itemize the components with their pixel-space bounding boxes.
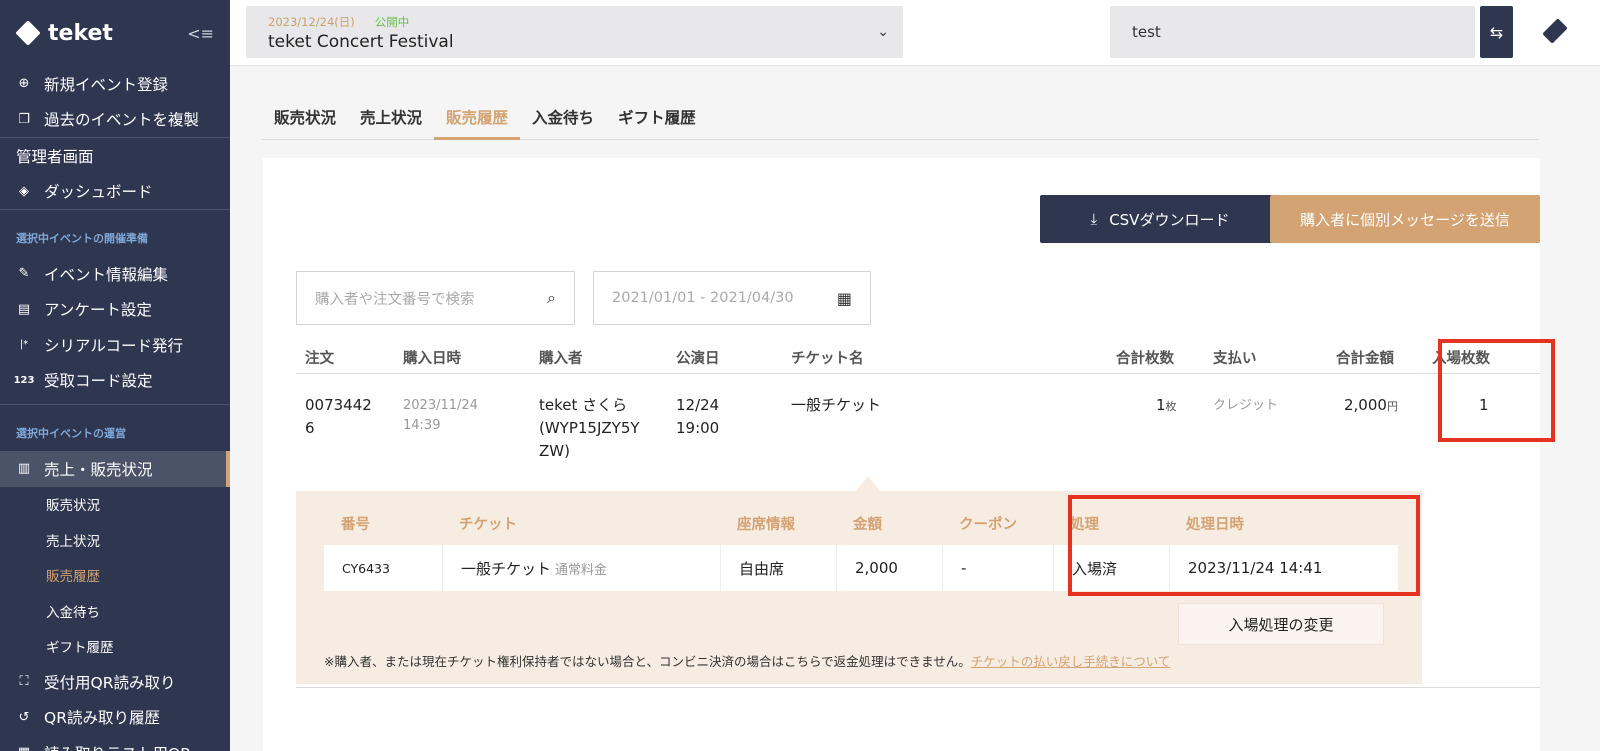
search-icon[interactable]: ⌕	[547, 288, 556, 308]
sidebar-subitem-gift-history[interactable]: ギフト履歴	[0, 629, 230, 665]
highlight-process-status	[1068, 495, 1420, 596]
calendar-icon[interactable]: ▦	[837, 289, 852, 308]
col-buyer: 購入者	[539, 351, 583, 367]
sidebar-subitem-sales-history[interactable]: 販売履歴	[0, 558, 230, 594]
ticket-price: 2,000	[836, 545, 942, 591]
ticket-icon[interactable]	[1542, 18, 1570, 46]
csv-download-button[interactable]: ⤓ CSVダウンロード	[1040, 195, 1280, 243]
sales-tabs: 販売状況 売上状況 販売履歴 入金待ち ギフト履歴	[262, 98, 1539, 140]
sidebar-item-new-event[interactable]: ⊕ 新規イベント登録	[0, 66, 230, 102]
copy-icon: ❐	[18, 111, 30, 127]
sidebar-subitem-sales-status[interactable]: 販売状況	[0, 487, 230, 523]
plus-circle-icon: ⊕	[18, 76, 30, 92]
sidebar-section-operation: 選択中イベントの運営	[16, 427, 126, 440]
refund-note: ※購入者、または現在チケット権利保持者ではない場合と、コンビニ決済の場合はこちら…	[324, 654, 1171, 669]
col-ticket-name: チケット名	[791, 351, 864, 367]
tab-pending-payment[interactable]: 入金待ち	[520, 98, 606, 140]
sales-history-card: ⤓ CSVダウンロード 購入者に個別メッセージを送信 購入者や注文番号で検索 ⌕…	[263, 158, 1540, 751]
logo-row: teket <≡	[0, 0, 230, 66]
sidebar-item-test-qr[interactable]: ▦ 読み取りテスト用QR	[0, 735, 230, 751]
col-seat: 座席情報	[737, 517, 795, 533]
search-input[interactable]: 購入者や注文番号で検索 ⌕	[296, 271, 575, 325]
event-date: 2023/12/24(日)	[268, 15, 355, 29]
download-icon: ⤓	[1090, 210, 1098, 228]
sidebar-item-duplicate-event[interactable]: ❐ 過去のイベントを複製	[0, 102, 230, 138]
serial-code-icon: |*	[19, 339, 29, 351]
qr-scan-icon: ⛶	[19, 674, 29, 690]
sidebar-item-serial-code[interactable]: |* シリアルコード発行	[0, 327, 230, 363]
tab-sales-history[interactable]: 販売履歴	[434, 98, 521, 140]
qr-icon: ▦	[16, 745, 32, 751]
sidebar-subitem-pending-payment[interactable]: 入金待ち	[0, 593, 230, 629]
ticket-number: CY6433	[342, 560, 390, 576]
change-entry-button[interactable]: 入場処理の変更	[1178, 603, 1384, 645]
detail-pointer	[856, 476, 880, 491]
layers-icon: ◈	[19, 183, 29, 199]
highlight-entered-count	[1438, 339, 1555, 442]
search-placeholder: 購入者や注文番号で検索	[315, 291, 475, 308]
teket-logo[interactable]: teket	[16, 21, 113, 46]
sidebar-item-qr-scan[interactable]: ⛶ 受付用QR読み取り	[0, 664, 230, 700]
table-bottom-divider	[296, 687, 1540, 688]
sidebar-item-qr-history[interactable]: ↺ QR読み取り履歴	[0, 700, 230, 736]
sidebar-item-dashboard[interactable]: ◈ ダッシュボード	[0, 174, 230, 210]
ticket-name: 一般チケット	[791, 396, 882, 414]
refund-guide-link[interactable]: チケットの払い戻し手続きについて	[971, 654, 1171, 669]
event-selector[interactable]: 2023/12/24(日) 公開中 teket Concert Festival …	[246, 6, 903, 58]
col-quantity: 合計枚数	[1116, 351, 1174, 367]
col-coupon: クーポン	[959, 517, 1017, 533]
col-payment: 支払い	[1213, 351, 1257, 367]
sidebar-subitem-revenue[interactable]: 売上状況	[0, 522, 230, 558]
sidebar-item-survey[interactable]: ▤ アンケート設定	[0, 292, 230, 328]
history-icon: ↺	[18, 709, 30, 725]
col-price: 金額	[853, 517, 882, 533]
order-number: 0073442 6	[305, 396, 372, 437]
sidebar-item-sales[interactable]: ▥ 売上・販売状況	[0, 451, 230, 487]
teket-logo-icon	[16, 21, 40, 45]
document-icon: ▤	[17, 301, 31, 317]
switch-account-button[interactable]: ⇆	[1480, 6, 1513, 58]
quantity: 1枚	[1156, 396, 1177, 414]
sidebar-item-receive-code[interactable]: 123 受取コード設定	[0, 363, 230, 399]
collapse-menu-icon[interactable]: <≡	[187, 24, 214, 43]
send-message-button[interactable]: 購入者に個別メッセージを送信	[1270, 195, 1540, 243]
ticket-label: 一般チケット 通常料金	[442, 545, 720, 591]
col-order: 注文	[305, 351, 334, 367]
brand-name: teket	[48, 20, 113, 46]
total-amount: 2,000円	[1344, 396, 1398, 414]
event-name: teket Concert Festival	[268, 32, 454, 52]
chevron-down-icon: ⌄	[877, 24, 889, 40]
col-amount: 合計金額	[1336, 351, 1394, 367]
account-selector[interactable]: test	[1110, 6, 1475, 58]
coupon-value: -	[942, 545, 1053, 591]
col-ticket: チケット	[459, 517, 517, 533]
edit-icon: ✎	[18, 266, 30, 282]
seat-info: 自由席	[720, 545, 836, 591]
topbar: 2023/12/24(日) 公開中 teket Concert Festival …	[230, 0, 1600, 66]
purchase-datetime: 2023/11/24 14:39	[403, 398, 478, 433]
tab-revenue[interactable]: 売上状況	[348, 98, 434, 140]
bar-chart-icon: ▥	[17, 461, 31, 477]
col-show-date: 公演日	[676, 351, 720, 367]
sidebar-item-admin[interactable]: 管理者画面	[0, 138, 230, 174]
event-status: 公開中	[374, 15, 410, 29]
payment-method: クレジット	[1213, 398, 1279, 413]
sidebar-item-edit-event[interactable]: ✎ イベント情報編集	[0, 256, 230, 292]
number-icon: 123	[13, 374, 35, 386]
tab-sales-status[interactable]: 販売状況	[262, 98, 348, 140]
col-ticket-number: 番号	[341, 517, 370, 533]
swap-icon: ⇆	[1489, 22, 1504, 42]
orders-table-header: 注文 購入日時 購入者 公演日 チケット名 合計枚数 支払い 合計金額 入場枚数	[296, 340, 1540, 374]
sidebar-section-prep: 選択中イベントの開催準備	[16, 232, 148, 245]
account-name: test	[1132, 23, 1161, 41]
tab-gift-history[interactable]: ギフト履歴	[606, 98, 708, 140]
date-range-placeholder: 2021/01/01 - 2021/04/30	[612, 290, 794, 306]
event-meta: 2023/12/24(日) 公開中	[268, 14, 881, 30]
buyer-name: teket さくら (WYP15JZY5Y ZW)	[539, 396, 640, 460]
table-row[interactable]: 0073442 6 2023/11/24 14:39 teket さくら (WY…	[296, 394, 1540, 474]
col-purchase-date: 購入日時	[403, 351, 461, 367]
show-datetime: 12/24 19:00	[676, 396, 720, 437]
sidebar: teket <≡ ⊕ 新規イベント登録 ❐ 過去のイベントを複製 管理者画面 ◈…	[0, 0, 230, 751]
date-range-input[interactable]: 2021/01/01 - 2021/04/30 ▦	[593, 271, 871, 325]
